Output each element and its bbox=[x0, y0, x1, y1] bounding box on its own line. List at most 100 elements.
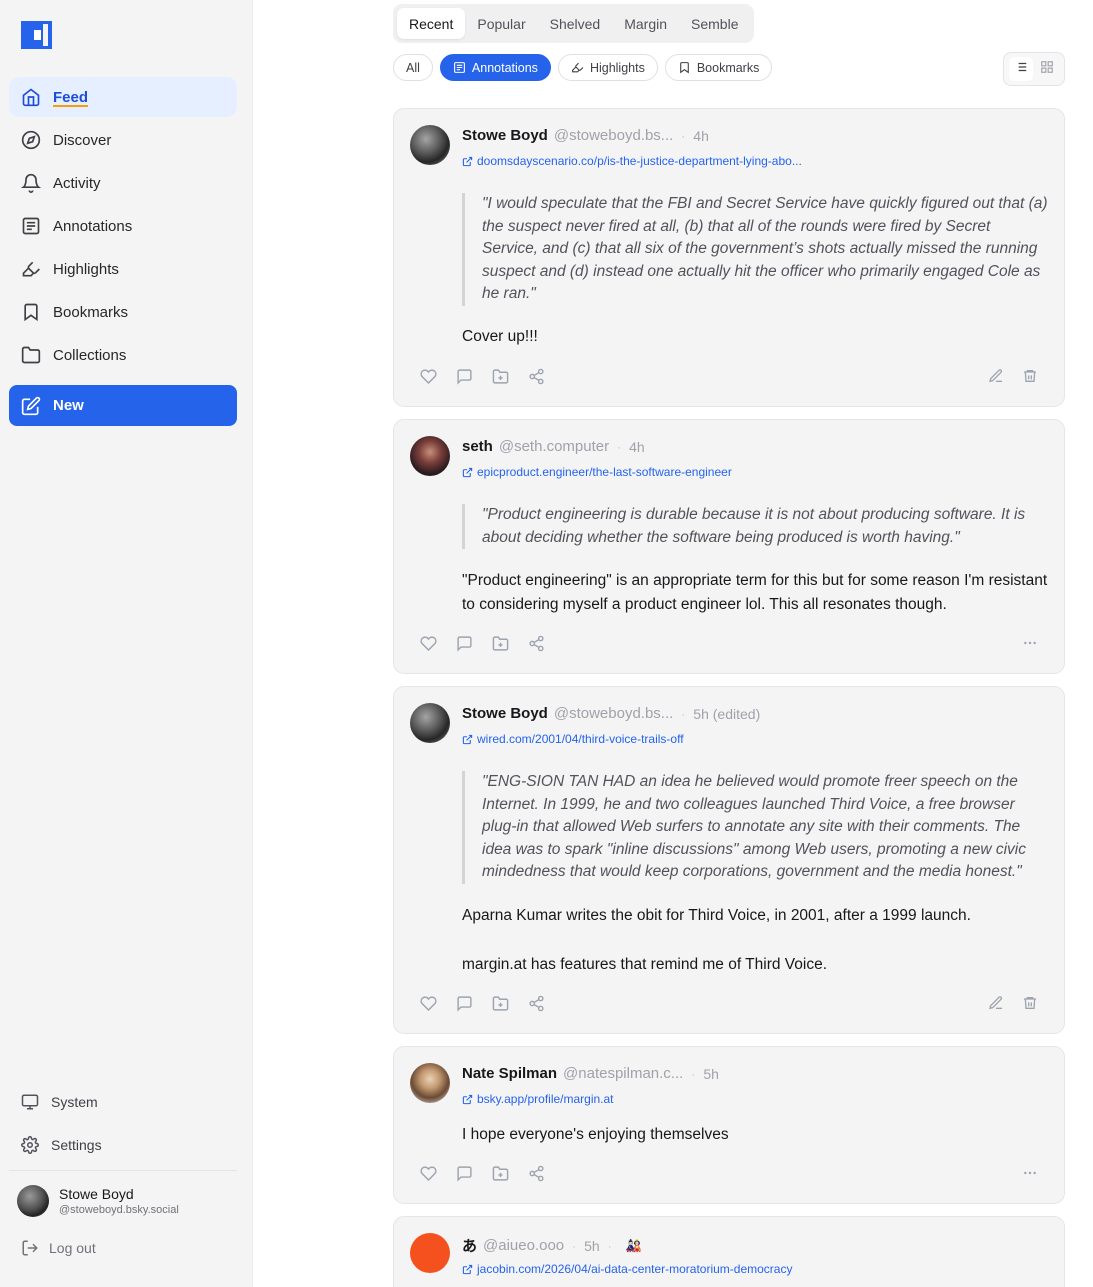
external-link-icon bbox=[462, 467, 473, 478]
source-link[interactable]: bsky.app/profile/margin.at bbox=[462, 1092, 614, 1106]
share-icon[interactable] bbox=[526, 993, 546, 1013]
edit-icon[interactable] bbox=[986, 366, 1006, 386]
avatar[interactable] bbox=[410, 703, 450, 743]
filter-highlights[interactable]: Highlights bbox=[557, 54, 658, 81]
annotation-body: I hope everyone's enjoying themselves bbox=[462, 1126, 729, 1143]
filter-bookmarks[interactable]: Bookmarks bbox=[664, 54, 773, 81]
annotation-body: Aparna Kumar writes the obit for Third V… bbox=[462, 907, 971, 924]
post-time: 5h (edited) bbox=[693, 705, 761, 722]
share-icon[interactable] bbox=[526, 1163, 546, 1183]
heart-icon[interactable] bbox=[418, 366, 438, 386]
logout-button[interactable]: Log out bbox=[20, 1238, 96, 1258]
add-to-collection-icon[interactable] bbox=[490, 993, 510, 1013]
view-toggle bbox=[1003, 52, 1065, 86]
separator-dot: · bbox=[617, 439, 622, 454]
heart-icon[interactable] bbox=[418, 633, 438, 653]
filter-annotations[interactable]: Annotations bbox=[439, 54, 551, 81]
share-icon[interactable] bbox=[526, 633, 546, 653]
grid-view-button[interactable] bbox=[1035, 57, 1059, 81]
comment-icon[interactable] bbox=[454, 1163, 474, 1183]
author-handle[interactable]: @stoweboyd.bs... bbox=[554, 705, 673, 722]
compass-icon bbox=[21, 130, 41, 150]
heart-icon[interactable] bbox=[418, 1163, 438, 1183]
author-handle[interactable]: @aiueo.ooo bbox=[483, 1237, 564, 1254]
author-name[interactable]: seth bbox=[462, 438, 493, 455]
post-time: 4h bbox=[693, 127, 709, 144]
author-name[interactable]: あ bbox=[462, 1235, 477, 1256]
author-name[interactable]: Stowe Boyd bbox=[462, 127, 548, 144]
settings-button[interactable]: Settings bbox=[20, 1133, 102, 1157]
source-link-text: wired.com/2001/04/third-voice-trails-off bbox=[477, 732, 684, 746]
nav-annotations[interactable]: Annotations bbox=[9, 206, 237, 246]
nav-feed[interactable]: Feed bbox=[9, 77, 237, 117]
source-link[interactable]: jacobin.com/2026/04/ai-data-center-morat… bbox=[462, 1262, 792, 1276]
profile[interactable]: Stowe Boyd @stoweboyd.bsky.social bbox=[17, 1185, 179, 1217]
avatar[interactable] bbox=[410, 125, 450, 165]
trash-icon[interactable] bbox=[1020, 993, 1040, 1013]
highlighter-icon bbox=[21, 259, 41, 279]
annotation-body-paragraph: margin.at has features that remind me of… bbox=[462, 956, 828, 973]
grid-icon bbox=[1040, 60, 1054, 79]
feed-tabs: Recent Popular Shelved Margin Semble bbox=[393, 4, 755, 43]
nav-activity[interactable]: Activity bbox=[9, 163, 237, 203]
external-link-icon bbox=[462, 1264, 473, 1275]
nav-collections[interactable]: Collections bbox=[9, 335, 237, 375]
comment-icon[interactable] bbox=[454, 993, 474, 1013]
list-view-button[interactable] bbox=[1009, 57, 1033, 81]
author-name[interactable]: Nate Spilman bbox=[462, 1065, 557, 1082]
avatar[interactable] bbox=[410, 436, 450, 476]
author-handle[interactable]: @natespilman.c... bbox=[563, 1065, 683, 1082]
add-to-collection-icon[interactable] bbox=[490, 366, 510, 386]
nav-highlights-label: Highlights bbox=[53, 260, 119, 278]
filter-all-label: All bbox=[406, 60, 420, 75]
tab-semble[interactable]: Semble bbox=[679, 8, 750, 39]
external-link-icon bbox=[462, 1094, 473, 1105]
profile-name: Stowe Boyd bbox=[59, 1186, 134, 1202]
comment-icon[interactable] bbox=[454, 366, 474, 386]
post-time: 5h bbox=[584, 1237, 600, 1254]
comment-icon[interactable] bbox=[454, 633, 474, 653]
share-icon[interactable] bbox=[526, 366, 546, 386]
external-link-icon bbox=[462, 734, 473, 745]
quote-text: "Product engineering is durable because … bbox=[462, 504, 1050, 550]
nav-annotations-label: Annotations bbox=[53, 217, 133, 235]
author-name[interactable]: Stowe Boyd bbox=[462, 705, 548, 722]
add-to-collection-icon[interactable] bbox=[490, 633, 510, 653]
annotation-card: Nate Spilman @natespilman.c... · 5h bsky… bbox=[393, 1046, 1065, 1204]
trash-icon[interactable] bbox=[1020, 366, 1040, 386]
source-link-text: epicproduct.engineer/the-last-software-e… bbox=[477, 465, 732, 479]
avatar[interactable] bbox=[410, 1063, 450, 1103]
annotation-icon bbox=[453, 61, 467, 75]
separator-dot: · bbox=[681, 706, 686, 721]
edit-icon[interactable] bbox=[986, 993, 1006, 1013]
avatar[interactable] bbox=[410, 1233, 450, 1273]
source-link-text: jacobin.com/2026/04/ai-data-center-morat… bbox=[477, 1262, 793, 1276]
more-icon[interactable] bbox=[1020, 1163, 1040, 1183]
nav-feed-label: Feed bbox=[53, 88, 89, 106]
source-link[interactable]: doomsdayscenario.co/p/is-the-justice-dep… bbox=[462, 154, 802, 168]
add-to-collection-icon[interactable] bbox=[490, 1163, 510, 1183]
separator-dot: · bbox=[572, 1238, 577, 1253]
nav-bookmarks[interactable]: Bookmarks bbox=[9, 292, 237, 332]
nav-discover[interactable]: Discover bbox=[9, 120, 237, 160]
author-handle[interactable]: @seth.computer bbox=[499, 438, 609, 455]
filter-all[interactable]: All bbox=[393, 54, 433, 81]
tab-recent[interactable]: Recent bbox=[397, 8, 466, 39]
system-button[interactable]: System bbox=[20, 1090, 98, 1114]
source-link[interactable]: epicproduct.engineer/the-last-software-e… bbox=[462, 465, 732, 479]
separator-dot: · bbox=[681, 128, 686, 143]
source-link-text: bsky.app/profile/margin.at bbox=[477, 1092, 614, 1106]
external-link-icon bbox=[462, 156, 473, 167]
tab-popular[interactable]: Popular bbox=[465, 8, 537, 39]
tab-shelved[interactable]: Shelved bbox=[538, 8, 613, 39]
new-button[interactable]: New bbox=[9, 385, 237, 426]
more-icon[interactable] bbox=[1020, 633, 1040, 653]
bookmark-icon bbox=[678, 61, 692, 75]
tab-margin[interactable]: Margin bbox=[612, 8, 679, 39]
heart-icon[interactable] bbox=[418, 993, 438, 1013]
nav-highlights[interactable]: Highlights bbox=[9, 249, 237, 289]
margin-logo[interactable] bbox=[21, 21, 53, 49]
source-link[interactable]: wired.com/2001/04/third-voice-trails-off bbox=[462, 732, 684, 746]
author-handle[interactable]: @stoweboyd.bs... bbox=[554, 127, 673, 144]
source-link-text: doomsdayscenario.co/p/is-the-justice-dep… bbox=[477, 154, 802, 168]
